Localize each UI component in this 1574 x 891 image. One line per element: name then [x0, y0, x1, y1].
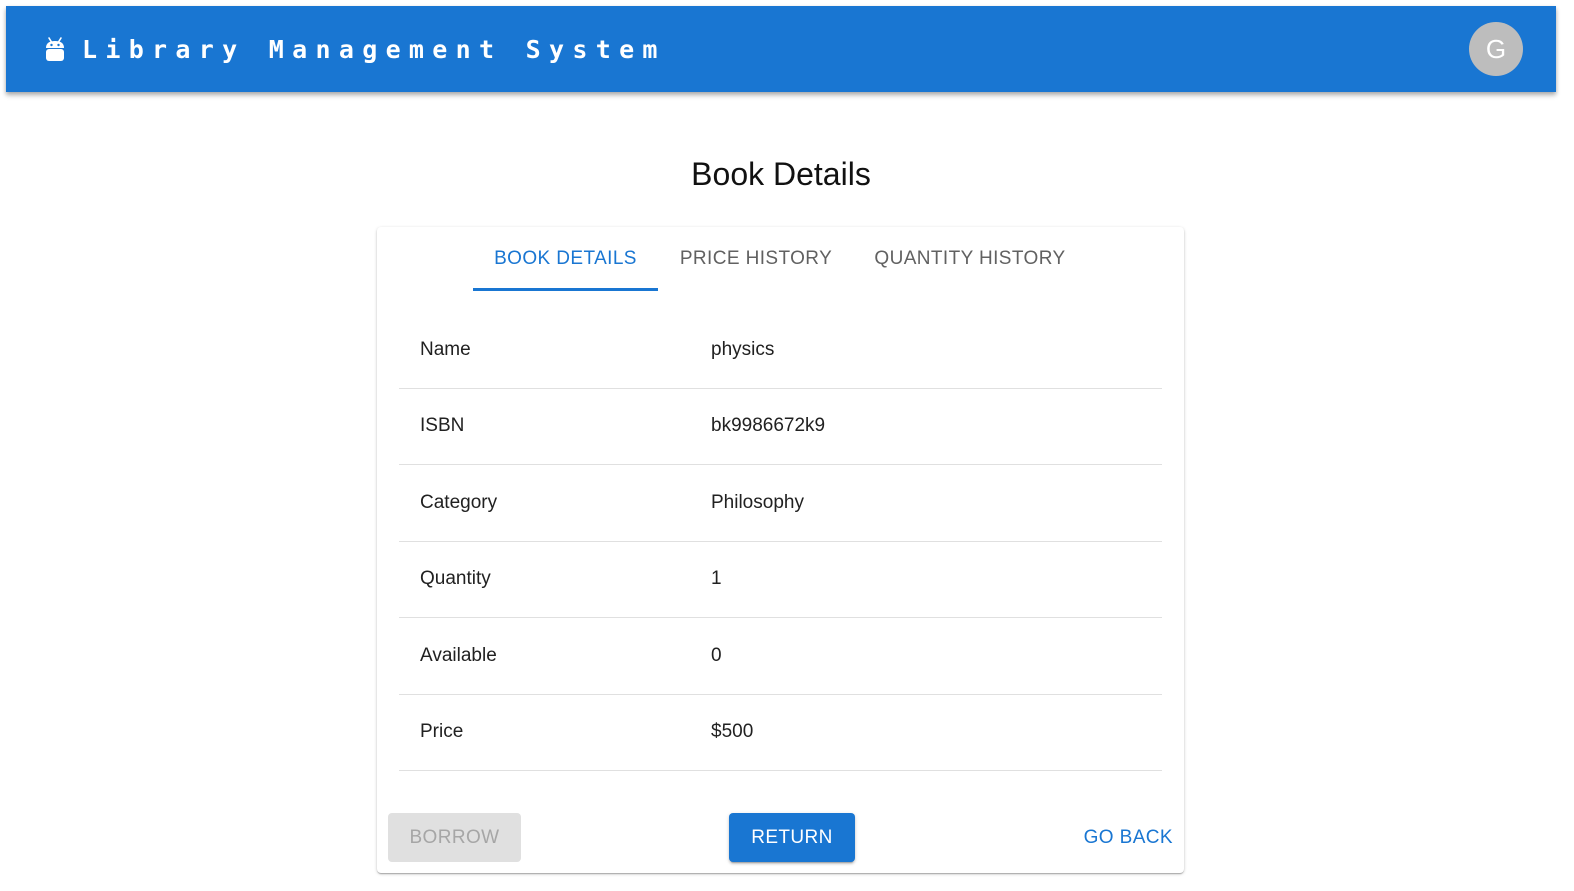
- table-row: Quantity 1: [399, 542, 1162, 618]
- app-bar: Library Management System G: [6, 6, 1556, 92]
- row-value: 1: [711, 568, 722, 590]
- row-value: $500: [711, 721, 754, 743]
- row-label: Name: [420, 338, 471, 360]
- row-value: 0: [711, 644, 722, 666]
- table-row: Category Philosophy: [399, 465, 1162, 542]
- borrow-button[interactable]: BORROW: [388, 813, 521, 862]
- tab-price-history[interactable]: PRICE HISTORY: [658, 227, 854, 291]
- row-label: Quantity: [420, 568, 491, 590]
- row-label: Price: [420, 721, 464, 743]
- row-value: bk9986672k9: [711, 415, 826, 437]
- tab-book-details[interactable]: BOOK DETAILS: [473, 227, 658, 291]
- book-details-card: BOOK DETAILS PRICE HISTORY QUANTITY HIST…: [377, 227, 1184, 873]
- app-title: Library Management System: [82, 34, 666, 64]
- user-avatar[interactable]: G: [1469, 22, 1523, 76]
- table-row: Name physics: [399, 312, 1162, 389]
- row-value: Philosophy: [711, 491, 804, 513]
- tab-bar: BOOK DETAILS PRICE HISTORY QUANTITY HIST…: [473, 227, 1086, 291]
- tab-quantity-history[interactable]: QUANTITY HISTORY: [854, 227, 1086, 291]
- row-label: Category: [420, 491, 498, 513]
- page-title: Book Details: [691, 156, 871, 192]
- row-value: physics: [711, 338, 775, 360]
- details-table: Name physics ISBN bk9986672k9 Category P…: [399, 312, 1162, 771]
- return-button[interactable]: RETURN: [729, 813, 855, 862]
- row-label: ISBN: [420, 415, 465, 437]
- table-row: Price $500: [399, 695, 1162, 771]
- android-icon: [44, 36, 66, 62]
- table-row: Available 0: [399, 618, 1162, 695]
- go-back-button[interactable]: GO BACK: [1065, 813, 1173, 862]
- table-row: ISBN bk9986672k9: [399, 389, 1162, 465]
- row-label: Available: [420, 644, 497, 666]
